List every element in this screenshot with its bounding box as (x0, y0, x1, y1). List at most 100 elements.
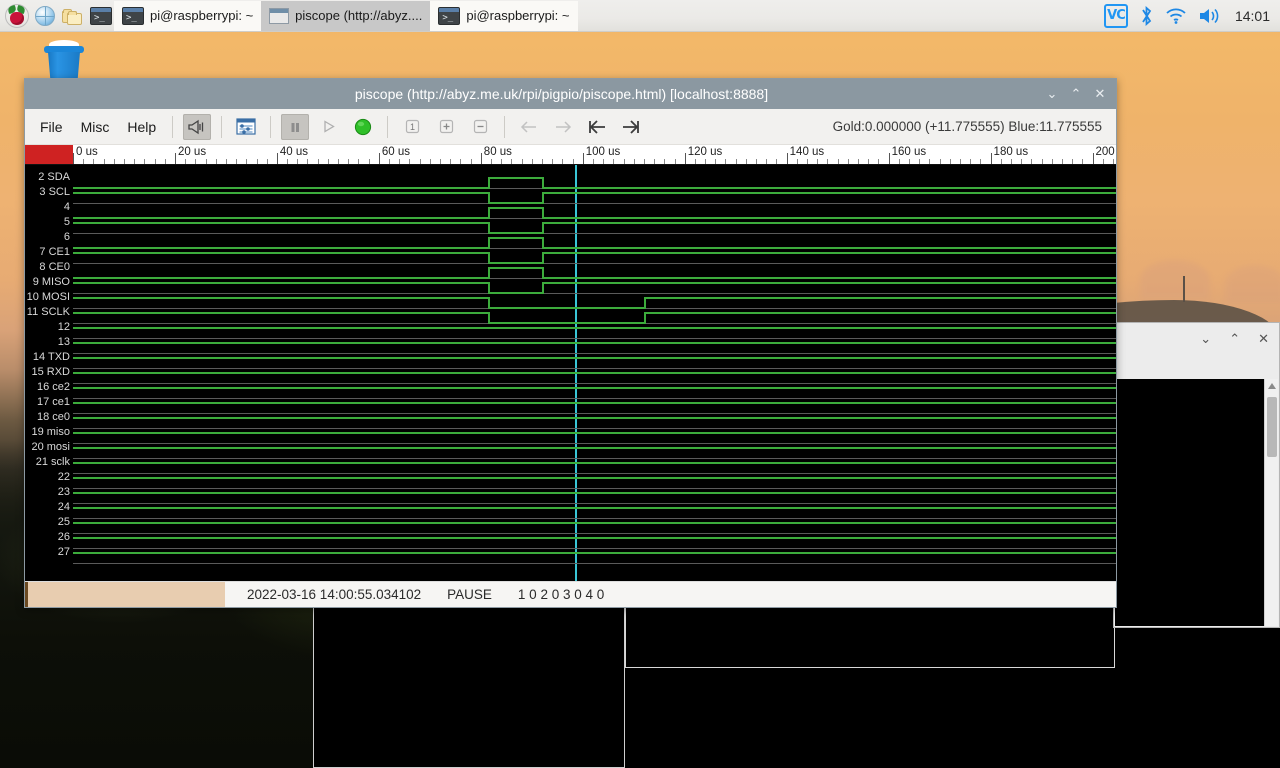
zoom-in-icon[interactable] (432, 114, 460, 140)
ruler-minor-tick (225, 159, 227, 164)
ruler-minor-tick (1010, 159, 1012, 164)
sample-1-icon[interactable]: 1 (398, 114, 426, 140)
bluetooth-icon[interactable] (1139, 5, 1154, 27)
wastebasket-icon[interactable] (44, 38, 84, 82)
ruler-minor-tick (592, 159, 594, 164)
close-icon[interactable]: ✕ (1258, 331, 1269, 347)
row-baseline (73, 548, 1116, 549)
ruler-label: 180 us (993, 146, 1029, 158)
raspberry-menu-icon[interactable] (4, 3, 30, 29)
background-window[interactable]: ⌄ ⌃ ✕ (1113, 322, 1280, 628)
gpio-label-15: 15 RXD (31, 366, 70, 378)
waveform-segment (541, 187, 1116, 189)
gpio-label-9: 9 MISO (32, 276, 70, 288)
toolbar: File Misc Help 1 Gold:0.000000 (+11.7755… (25, 109, 1116, 145)
waveform-segment (541, 282, 1116, 284)
waveform-segment (73, 357, 1116, 359)
waveform-segment (488, 202, 542, 204)
ruler-minor-tick (307, 159, 309, 164)
scroll-up-arrow-icon[interactable] (1268, 383, 1276, 389)
background-window-scrollbar[interactable] (1264, 379, 1278, 626)
taskbar-button-piscope[interactable]: piscope (http://abyz.... (261, 0, 431, 31)
waveform-segment (73, 247, 489, 249)
maximize-icon[interactable]: ⌃ (1229, 331, 1240, 347)
gpio-label-24: 24 (57, 501, 70, 513)
ruler-minor-tick (368, 159, 370, 164)
gpio-label-16: 16 ce2 (36, 381, 70, 393)
wifi-icon[interactable] (1165, 6, 1187, 26)
vnc-icon[interactable]: VC (1103, 3, 1128, 28)
step-forward-icon[interactable] (549, 114, 577, 140)
gpio-label-20: 20 mosi (31, 441, 70, 453)
settings-icon[interactable] (232, 114, 260, 140)
ruler-minor-tick (287, 159, 289, 164)
pause-icon[interactable] (281, 113, 310, 140)
waveform-segment (488, 322, 644, 324)
ruler-minor-tick (541, 159, 543, 164)
zoom-out-icon[interactable] (466, 114, 494, 140)
waveform-segment (488, 207, 542, 209)
toolbar-separator (504, 115, 506, 138)
ruler-minor-tick (572, 159, 574, 164)
clock[interactable]: 14:01 (1233, 8, 1270, 24)
cursor-readout: Gold:0.000000 (+11.775555) Blue:11.77555… (832, 119, 1102, 134)
waveform-segment (541, 247, 1116, 249)
ruler-minor-tick (674, 159, 676, 164)
row-baseline (73, 233, 1116, 234)
row-baseline (73, 338, 1116, 339)
waveform-edge (541, 222, 544, 234)
ruler-minor-tick (531, 159, 533, 164)
time-ruler[interactable]: 0 us 20 us 40 us 60 us 80 us 100 us 120 us 140 … (25, 145, 1116, 165)
gpio-label-22: 22 (57, 471, 70, 483)
waveform-segment (73, 552, 1116, 554)
ruler-label: 60 us (381, 146, 410, 158)
close-button[interactable]: ✕ (1088, 82, 1112, 106)
ruler-minor-tick (1021, 159, 1023, 164)
ruler-minor-tick (399, 159, 401, 164)
menu-misc[interactable]: Misc (72, 115, 119, 139)
taskbar-button-terminal-2[interactable]: >_ pi@raspberrypi: ~ (430, 0, 578, 31)
web-browser-icon[interactable] (32, 3, 58, 29)
ruler-minor-tick (929, 159, 931, 164)
file-manager-icon[interactable] (60, 3, 86, 29)
row-baseline (73, 263, 1116, 264)
maximize-button[interactable]: ⌃ (1064, 82, 1088, 106)
window-titlebar[interactable]: piscope (http://abyz.me.uk/rpi/pigpio/pi… (25, 79, 1116, 109)
ruler-minor-tick (909, 159, 910, 164)
trigger-icon[interactable] (183, 113, 212, 140)
row-baseline (73, 488, 1116, 489)
system-tray: VC 14:01 (1103, 3, 1280, 28)
minimize-button[interactable]: ⌄ (1040, 82, 1064, 106)
menu-file[interactable]: File (31, 115, 72, 139)
waveform-canvas[interactable] (73, 165, 1116, 581)
waveform-segment (488, 232, 542, 234)
background-terminal-pane (313, 608, 625, 768)
row-baseline (73, 383, 1116, 384)
ruler-major-tick (276, 153, 278, 164)
waveform-edge (488, 312, 491, 324)
go-end-icon[interactable] (617, 114, 645, 140)
ruler-minor-tick (847, 159, 849, 164)
terminal-launcher-icon[interactable]: >_ (88, 3, 114, 29)
ruler-minor-tick (623, 159, 625, 164)
ruler-minor-tick (949, 159, 951, 164)
ruler-minor-tick (705, 159, 707, 164)
taskbar-button-terminal-1[interactable]: >_ pi@raspberrypi: ~ (114, 0, 262, 31)
record-icon[interactable] (349, 114, 377, 140)
ruler-minor-tick (389, 159, 391, 164)
step-back-icon[interactable] (515, 114, 543, 140)
waveform-segment (73, 417, 1116, 419)
volume-icon[interactable] (1198, 6, 1222, 26)
play-icon[interactable] (315, 114, 343, 140)
waveform-segment (73, 372, 1116, 374)
waveform-segment (73, 282, 489, 284)
ruler-minor-tick (1112, 159, 1114, 164)
menu-help[interactable]: Help (118, 115, 165, 139)
toolbar-separator (172, 115, 174, 138)
ruler-minor-tick (93, 159, 95, 164)
waveform-segment (488, 267, 542, 269)
ruler-minor-tick (613, 159, 615, 164)
scrollbar-thumb[interactable] (1267, 397, 1277, 457)
go-start-icon[interactable] (583, 114, 611, 140)
minimize-icon[interactable]: ⌄ (1200, 331, 1211, 347)
